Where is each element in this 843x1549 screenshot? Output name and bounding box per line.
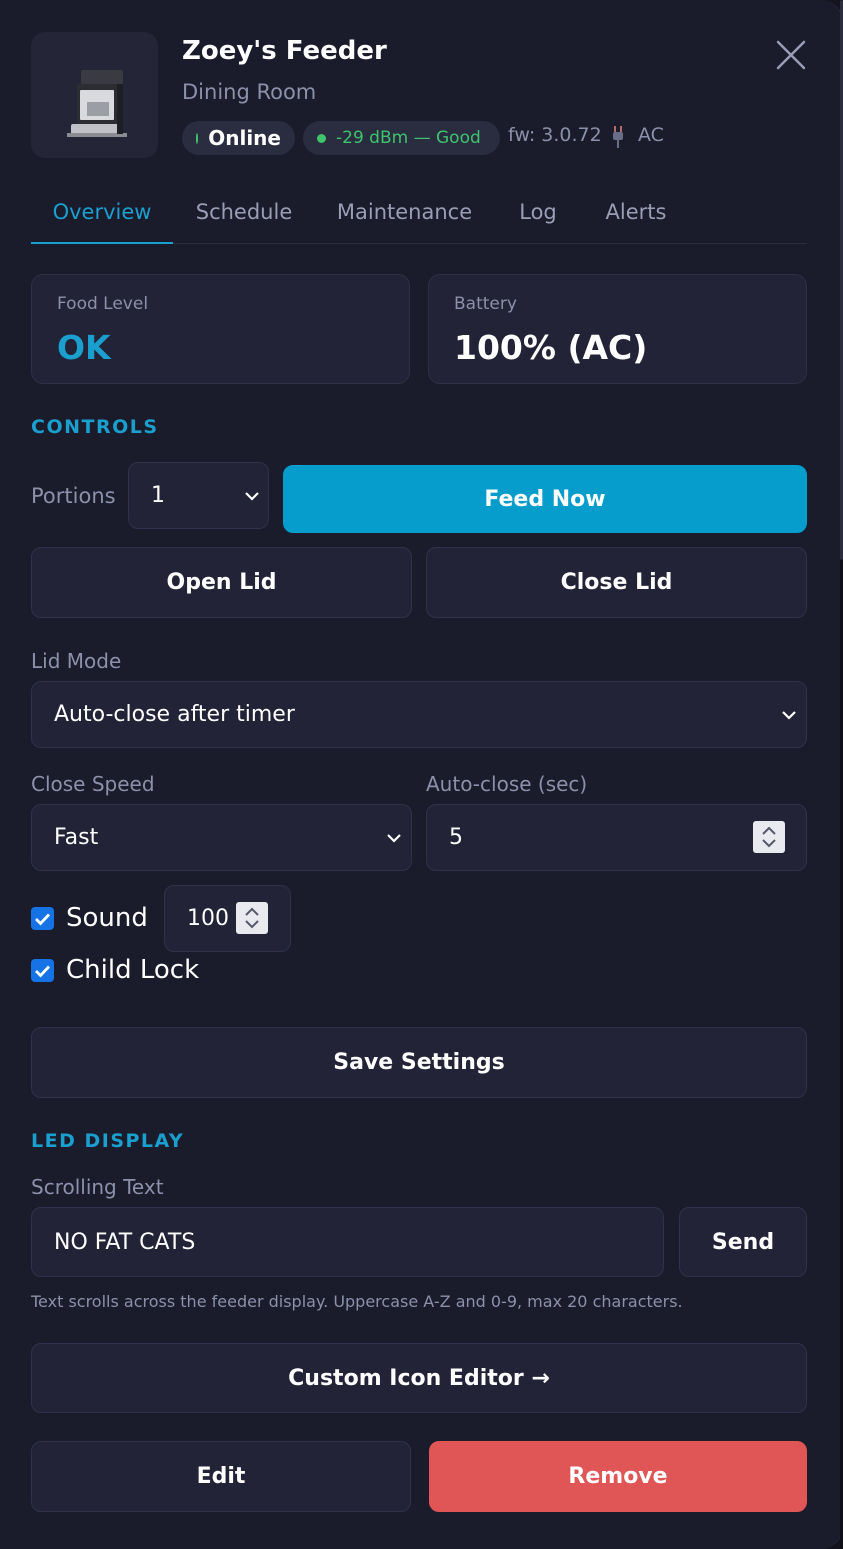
auto-close-stepper[interactable]: [753, 821, 785, 853]
device-room: Dining Room: [182, 80, 317, 104]
signal-badge: -29 dBm — Good: [303, 121, 500, 155]
food-level-card: Food Level OK: [31, 274, 410, 384]
close-speed-label: Close Speed: [31, 772, 155, 796]
status-badge: Online: [182, 121, 295, 155]
food-level-label: Food Level: [57, 294, 149, 314]
active-tab-indicator: [31, 242, 173, 244]
portions-value: 1: [151, 483, 165, 508]
send-button[interactable]: Send: [679, 1207, 807, 1277]
portions-select[interactable]: 1: [128, 462, 269, 529]
feed-now-button[interactable]: Feed Now: [283, 465, 807, 533]
sound-volume-stepper[interactable]: [236, 902, 268, 934]
led-section-title: LED DISPLAY: [31, 1130, 185, 1152]
battery-value: 100% (AC): [454, 328, 648, 367]
sound-checkbox[interactable]: [31, 907, 54, 930]
auto-close-input[interactable]: 5: [426, 804, 807, 871]
online-dot-icon: [196, 132, 199, 144]
stepper-arrows-icon: [245, 907, 259, 929]
chevron-down-icon: [245, 492, 259, 501]
feeder-device-image: [31, 32, 158, 158]
plug-icon: [610, 124, 626, 150]
scrolling-text-input[interactable]: NO FAT CATS: [31, 1207, 664, 1277]
remove-button[interactable]: Remove: [429, 1441, 807, 1512]
scrolling-text-value: NO FAT CATS: [54, 1229, 196, 1255]
open-lid-button[interactable]: Open Lid: [31, 547, 412, 618]
scrolling-text-hint: Text scrolls across the feeder display. …: [31, 1292, 683, 1311]
child-lock-checkbox[interactable]: [31, 959, 54, 982]
device-name: Zoey's Feeder: [182, 36, 387, 66]
edit-button[interactable]: Edit: [31, 1441, 411, 1512]
close-lid-button[interactable]: Close Lid: [426, 547, 807, 618]
tab-alerts[interactable]: Alerts: [593, 200, 679, 244]
battery-label: Battery: [454, 294, 517, 314]
chevron-down-icon: [387, 834, 401, 843]
checkmark-icon: [35, 965, 51, 978]
child-lock-label[interactable]: Child Lock: [66, 955, 199, 985]
sound-volume-input[interactable]: 100: [164, 885, 291, 952]
checkmark-icon: [35, 913, 51, 926]
signal-dot-icon: [317, 133, 326, 143]
feeder-detail-panel: Zoey's Feeder Dining Room Online -29 dBm…: [0, 0, 843, 1549]
tab-overview[interactable]: Overview: [31, 200, 173, 244]
save-settings-button[interactable]: Save Settings: [31, 1027, 807, 1098]
tab-schedule[interactable]: Schedule: [183, 200, 305, 244]
stepper-arrows-icon: [762, 826, 776, 848]
auto-close-value: 5: [449, 825, 463, 850]
status-text: Online: [208, 126, 281, 150]
firmware-version: fw: 3.0.72: [508, 124, 602, 146]
portions-label: Portions: [31, 484, 116, 508]
tab-maintenance[interactable]: Maintenance: [325, 200, 484, 244]
close-icon: [776, 40, 806, 70]
tab-log[interactable]: Log: [505, 200, 571, 244]
close-speed-select[interactable]: Fast: [31, 804, 412, 871]
controls-section-title: CONTROLS: [31, 416, 159, 438]
battery-card: Battery 100% (AC): [428, 274, 807, 384]
scrolling-text-label: Scrolling Text: [31, 1175, 164, 1199]
power-source: AC: [638, 124, 664, 146]
lid-mode-value: Auto-close after timer: [54, 702, 295, 727]
auto-close-label: Auto-close (sec): [426, 772, 588, 796]
custom-icon-editor-button[interactable]: Custom Icon Editor →: [31, 1343, 807, 1413]
lid-mode-select[interactable]: Auto-close after timer: [31, 681, 807, 748]
sound-volume-value: 100: [187, 906, 229, 931]
signal-text: -29 dBm — Good: [336, 128, 481, 148]
close-speed-value: Fast: [54, 825, 99, 850]
sound-label[interactable]: Sound: [66, 903, 148, 933]
chevron-down-icon: [782, 711, 796, 720]
close-button[interactable]: [772, 36, 810, 74]
lid-mode-label: Lid Mode: [31, 649, 122, 673]
food-level-value: OK: [57, 328, 111, 367]
